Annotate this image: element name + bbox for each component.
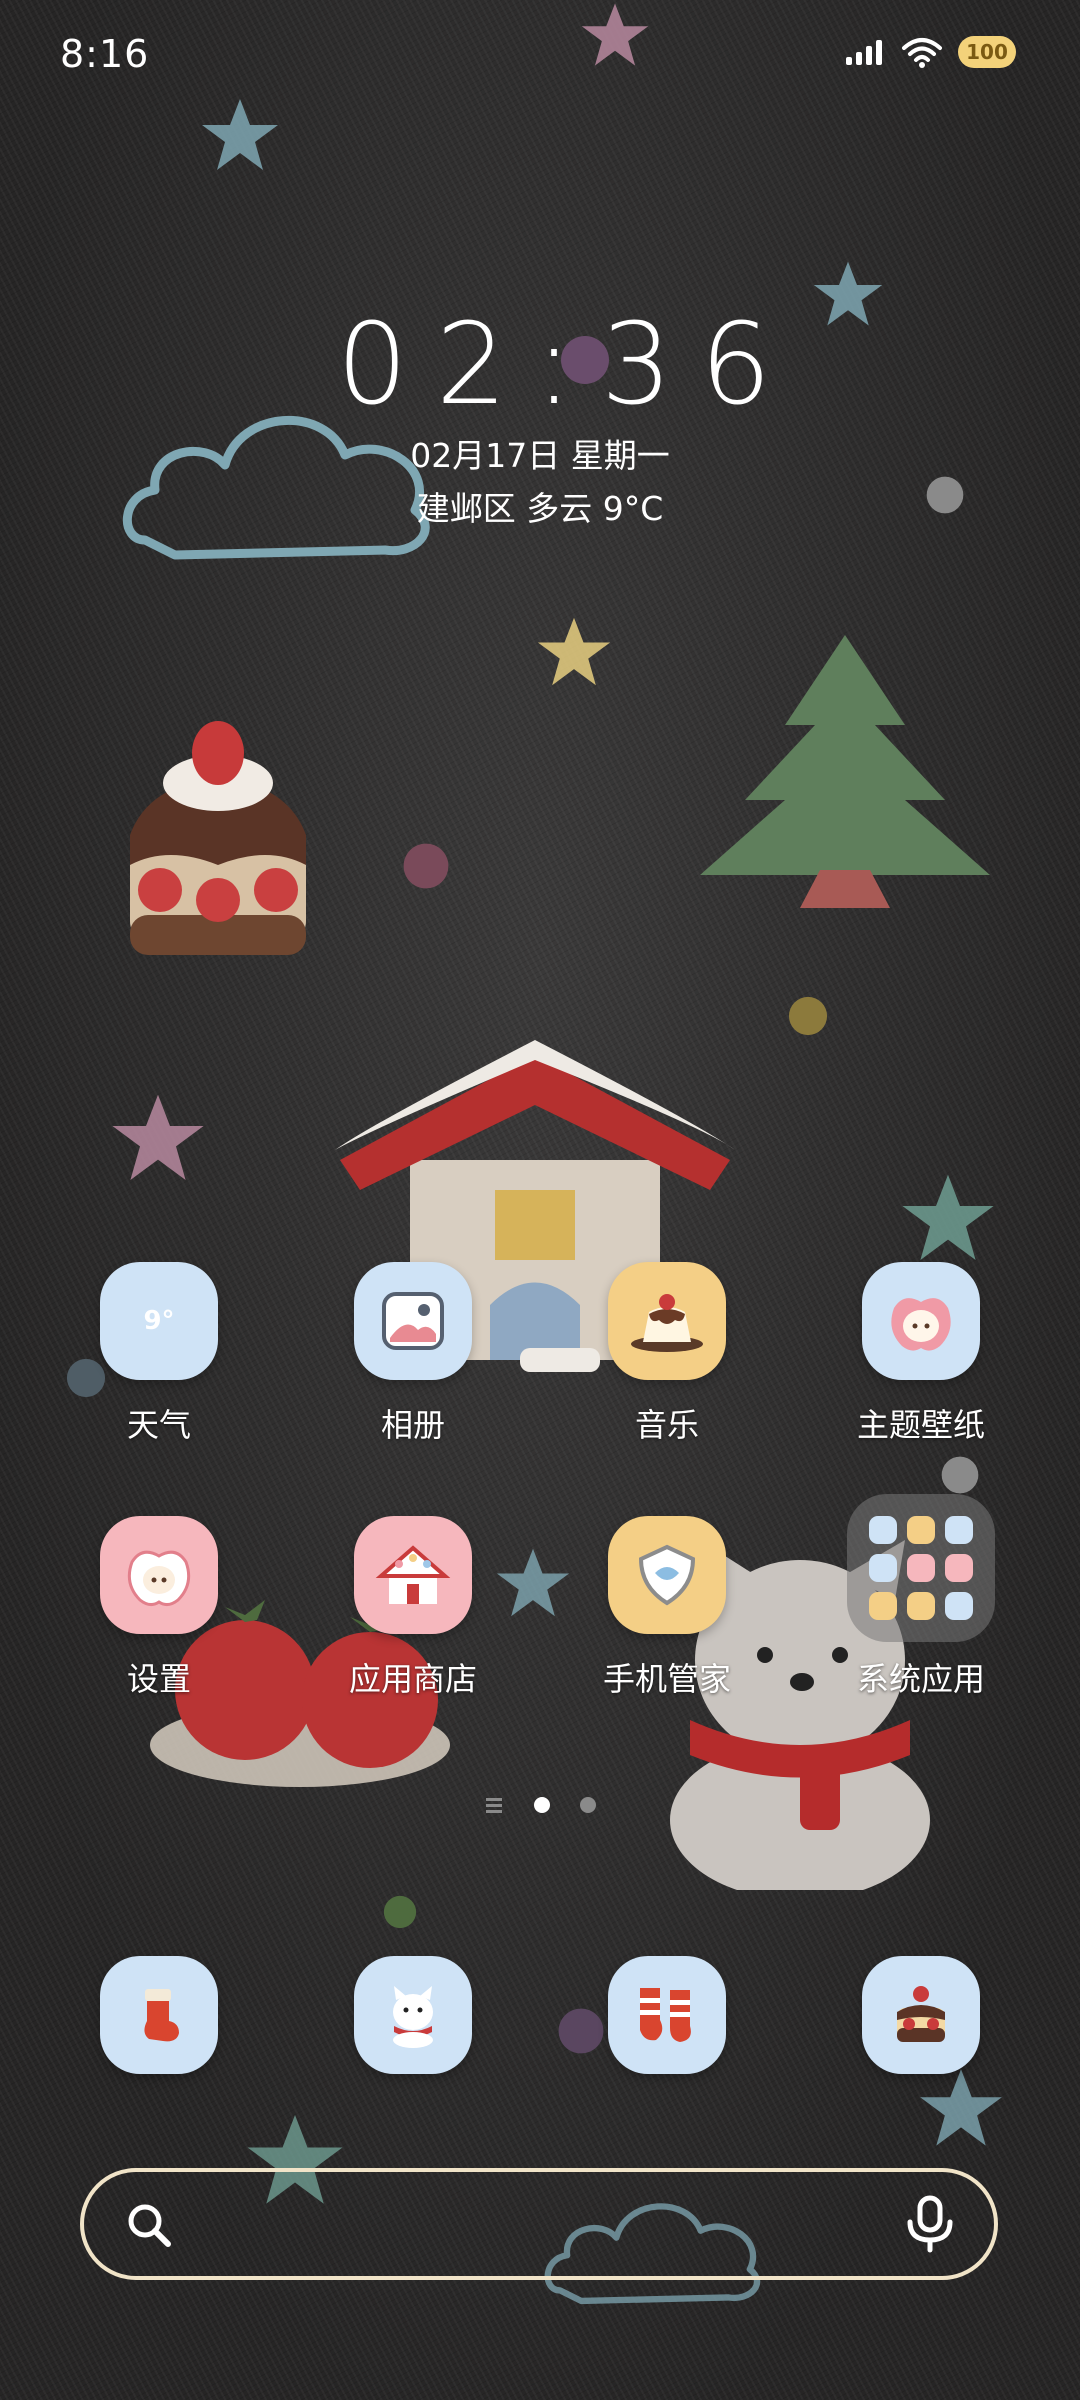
app-label: 设置	[126, 1660, 191, 1698]
mini-app-icon	[945, 1592, 973, 1620]
microphone-icon[interactable]	[904, 2194, 956, 2254]
socks-glyph	[640, 1988, 691, 2042]
mini-app-icon	[869, 1554, 897, 1582]
dog-app-icon[interactable]	[354, 1956, 472, 2074]
status-icons: 100	[844, 36, 1016, 68]
app-label: 相册	[380, 1406, 445, 1444]
page-indicator[interactable]	[0, 1796, 1080, 1814]
clock-time[interactable]: 02:36	[0, 300, 1080, 430]
app-label: 系统应用	[856, 1660, 985, 1698]
app-folder-system[interactable]: 系统应用	[794, 1494, 1048, 1716]
snowflake-decoration	[403, 843, 449, 889]
page-dot-active[interactable]	[534, 1797, 550, 1813]
mini-app-icon	[907, 1554, 935, 1582]
cake-glyph	[897, 1986, 945, 2042]
page-dot[interactable]	[580, 1797, 596, 1813]
house-glyph	[375, 1545, 451, 1604]
app-phone-manager[interactable]: 手机管家	[540, 1516, 794, 1716]
app-store-icon[interactable]	[354, 1516, 472, 1634]
page-list-icon[interactable]	[484, 1796, 504, 1814]
app-label: 手机管家	[602, 1660, 731, 1698]
status-bar: 8:16 100	[0, 0, 1080, 110]
folder-icon[interactable]	[847, 1494, 995, 1642]
stocking-app-icon[interactable]	[100, 1956, 218, 2074]
status-time: 8:16	[60, 32, 150, 76]
clock-date[interactable]: 02月17日 星期一	[0, 432, 1080, 480]
phone-manager-icon[interactable]	[608, 1516, 726, 1634]
mini-app-icon	[869, 1592, 897, 1620]
wifi-icon	[902, 38, 942, 68]
app-label: 天气	[126, 1406, 191, 1444]
gallery-icon[interactable]	[354, 1262, 472, 1380]
weather-badge: 9°	[143, 1306, 175, 1336]
weather-icon[interactable]: 9°	[100, 1262, 218, 1380]
app-settings[interactable]: 设置	[32, 1516, 286, 1716]
app-label: 应用商店	[348, 1660, 477, 1698]
app-theme[interactable]: 主题壁纸	[794, 1262, 1048, 1462]
christmas-tree-decoration	[700, 635, 990, 908]
music-icon[interactable]	[608, 1262, 726, 1380]
cake-app-icon[interactable]	[862, 1956, 980, 2074]
app-label: 音乐	[634, 1406, 699, 1444]
dog-glyph	[393, 1986, 433, 2048]
app-gallery[interactable]: 相册	[286, 1262, 540, 1462]
theme-icon[interactable]	[862, 1262, 980, 1380]
gallery-glyph	[382, 1292, 444, 1350]
app-weather[interactable]: 9° 天气	[32, 1262, 286, 1462]
settings-icon[interactable]	[100, 1516, 218, 1634]
apple-glyph	[891, 1298, 951, 1351]
signal-icon	[846, 40, 882, 65]
search-icon[interactable]	[122, 2198, 178, 2254]
battery-level: 100	[966, 40, 1008, 64]
app-label: 主题壁纸	[856, 1406, 985, 1444]
snowflake-decoration	[788, 996, 828, 1036]
app-store[interactable]: 应用商店	[286, 1516, 540, 1716]
mini-app-icon	[945, 1516, 973, 1544]
mini-app-icon	[907, 1592, 935, 1620]
mini-app-icon	[869, 1516, 897, 1544]
snowflake-decoration	[558, 2008, 604, 2054]
mini-app-icon	[945, 1554, 973, 1582]
socks-app-icon[interactable]	[608, 1956, 726, 2074]
pudding-glyph	[631, 1294, 703, 1352]
star-decoration	[902, 1174, 994, 1260]
search-bar[interactable]	[80, 2168, 998, 2280]
snowflake-decoration	[383, 1895, 417, 1929]
clock-weather[interactable]: 建邺区 多云 9°C	[0, 485, 1080, 533]
star-decoration	[920, 2069, 1002, 2146]
app-music[interactable]: 音乐	[540, 1262, 794, 1462]
cake-decoration	[130, 721, 306, 955]
stocking-glyph	[144, 1989, 179, 2042]
apple-glyph	[127, 1550, 191, 1607]
star-decoration	[537, 617, 611, 686]
shield-glyph	[638, 1544, 696, 1606]
mini-app-icon	[907, 1516, 935, 1544]
battery-icon: 100	[958, 36, 1016, 68]
star-decoration	[112, 1094, 204, 1180]
